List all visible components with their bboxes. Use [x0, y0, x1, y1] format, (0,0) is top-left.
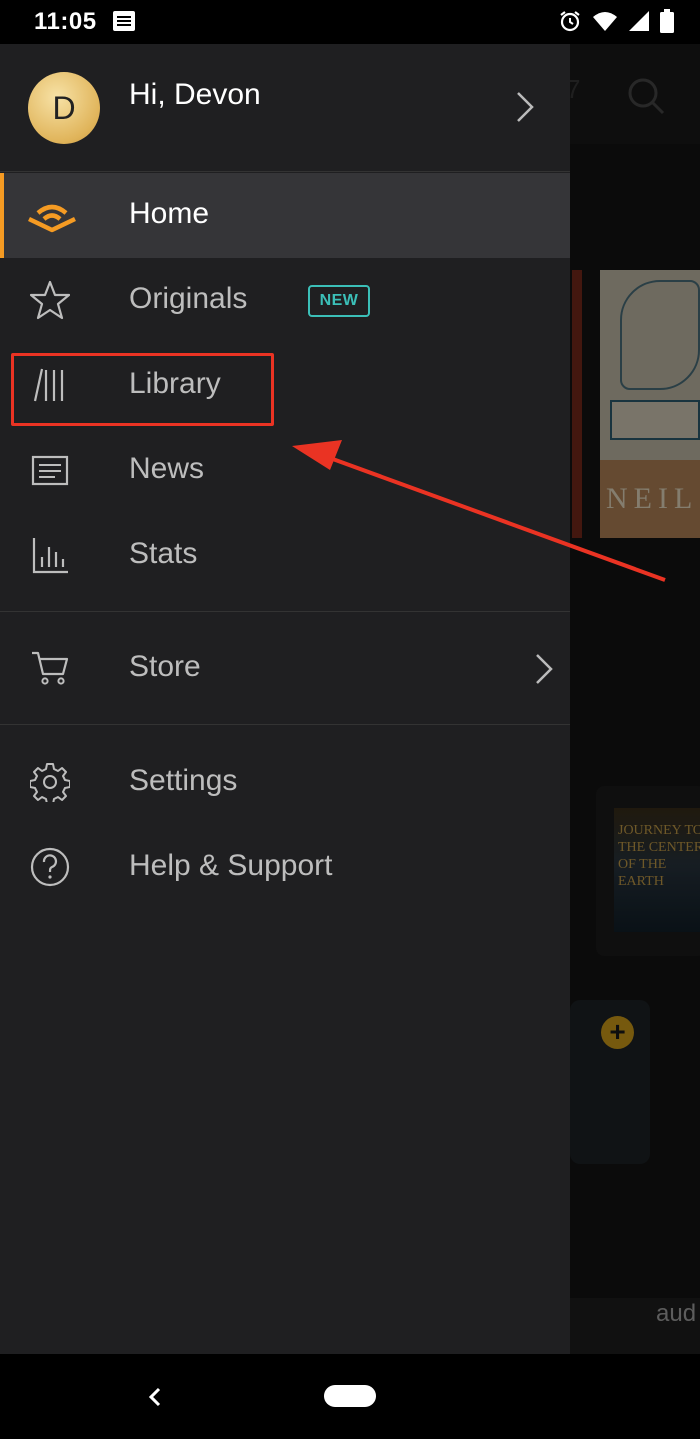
system-nav-bar [0, 1354, 700, 1439]
back-button[interactable] [143, 1382, 167, 1417]
nav-label-help: Help & Support [129, 849, 333, 882]
nav-item-settings[interactable]: Settings [0, 740, 570, 825]
gear-icon [29, 762, 71, 805]
annotation-arrow [292, 440, 666, 582]
cart-icon [30, 648, 70, 688]
divider [0, 724, 570, 725]
nav-item-help[interactable]: Help & Support [0, 825, 570, 910]
home-gesture-pill[interactable] [324, 1385, 376, 1407]
nav-label-settings: Settings [129, 764, 238, 797]
help-icon [30, 847, 70, 887]
nav-label-store: Store [129, 650, 201, 683]
chevron-right-icon [532, 652, 556, 691]
nav-item-store[interactable]: Store [0, 626, 570, 711]
divider [0, 611, 570, 612]
